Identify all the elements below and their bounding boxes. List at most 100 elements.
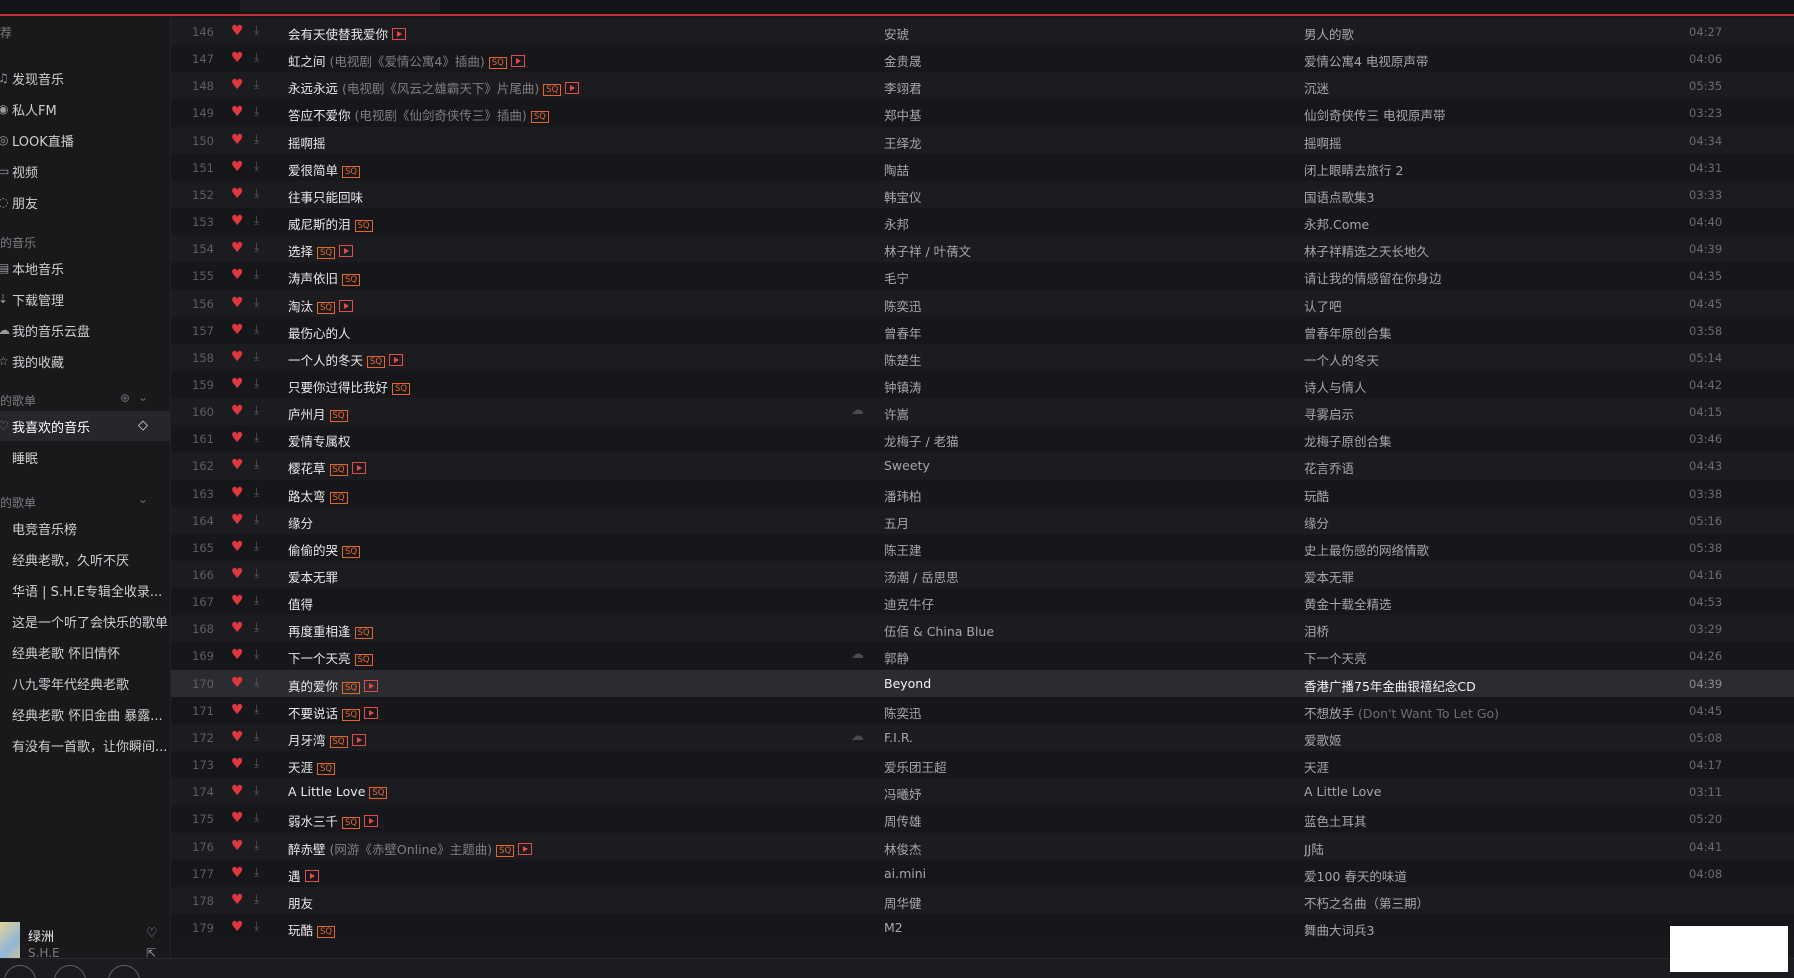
album-cell[interactable]: 闭上眼睛去旅行 2 xyxy=(1304,160,1664,179)
download-icon[interactable]: ⤓ xyxy=(254,729,259,744)
album-cell[interactable]: 国语点歌集3 xyxy=(1304,187,1664,206)
artist-cell[interactable]: M2 xyxy=(884,920,1284,935)
song-title-cell[interactable]: 天涯 SQ xyxy=(288,757,888,776)
mv-icon[interactable] xyxy=(364,679,379,692)
next-button[interactable] xyxy=(108,965,140,978)
download-icon[interactable]: ⤓ xyxy=(254,104,259,119)
mv-icon[interactable] xyxy=(304,869,319,882)
sidebar-item[interactable]: ♫发现音乐 xyxy=(0,63,170,93)
heart-icon[interactable]: ♥ xyxy=(231,403,244,419)
song-title-cell[interactable]: 醉赤壁 (网游《赤壁Online》主题曲) SQ xyxy=(288,839,888,858)
sidebar-item[interactable]: ▏睡眠 xyxy=(0,442,170,472)
song-title-cell[interactable]: 再度重相逢 SQ xyxy=(288,621,888,640)
album-cell[interactable]: 诗人与情人 xyxy=(1304,377,1664,396)
song-title-cell[interactable]: 只要你过得比我好 SQ xyxy=(288,377,888,396)
song-title-cell[interactable]: 爱很简单 SQ xyxy=(288,160,888,179)
song-title-cell[interactable]: A Little Love SQ xyxy=(288,784,888,800)
artist-cell[interactable]: 郭静 xyxy=(884,648,1284,667)
download-icon[interactable]: ⤓ xyxy=(254,186,259,201)
album-cell[interactable]: 曾春年原创合集 xyxy=(1304,323,1664,342)
artist-cell[interactable]: 陶喆 xyxy=(884,160,1284,179)
download-icon[interactable]: ⤓ xyxy=(254,593,259,608)
table-row[interactable]: 157 ♥ ⤓ 最伤心的人 曾春年 曾春年原创合集 03:58 xyxy=(171,316,1794,345)
download-icon[interactable]: ⤓ xyxy=(254,675,259,690)
album-cell[interactable]: JJ陆 xyxy=(1304,839,1664,858)
song-title-cell[interactable]: 不要说话 SQ xyxy=(288,703,888,722)
song-title-cell[interactable]: 玩酷 SQ xyxy=(288,920,888,939)
song-title-cell[interactable]: 月牙湾 SQ xyxy=(288,730,888,749)
song-title-cell[interactable]: 真的爱你 SQ xyxy=(288,676,888,695)
album-cell[interactable]: 史上最伤感的网络情歌 xyxy=(1304,540,1664,559)
mv-icon[interactable] xyxy=(389,353,404,366)
download-icon[interactable]: ⤓ xyxy=(254,620,259,635)
sidebar-item[interactable]: ▭视频 xyxy=(0,156,170,186)
heart-icon[interactable]: ♥ xyxy=(231,186,244,202)
song-title-cell[interactable]: 涛声依旧 SQ xyxy=(288,268,888,287)
sidebar-item[interactable]: ▏经典老歌 怀旧情怀 xyxy=(0,637,170,667)
heart-icon[interactable]: ♥ xyxy=(231,50,244,66)
table-row[interactable]: 155 ♥ ⤓ 涛声依旧 SQ 毛宁 请让我的情感留在你身边 04:35 xyxy=(171,262,1794,291)
artist-cell[interactable]: 潘玮柏 xyxy=(884,486,1284,505)
song-title-cell[interactable]: 往事只能回味 xyxy=(288,187,888,206)
artist-cell[interactable]: F.I.R. xyxy=(884,730,1284,745)
album-cell[interactable]: 摇啊摇 xyxy=(1304,133,1664,152)
mv-icon[interactable] xyxy=(518,842,533,855)
artist-cell[interactable]: 毛宁 xyxy=(884,268,1284,287)
sidebar-item[interactable]: ◉私人FM xyxy=(0,94,170,124)
artist-cell[interactable]: 曾春年 xyxy=(884,323,1284,342)
sidebar-item[interactable]: ◎LOOK直播 xyxy=(0,125,170,155)
heart-icon[interactable]: ♥ xyxy=(231,23,244,39)
table-row[interactable]: 158 ♥ ⤓ 一个人的冬天 SQ 陈楚生 一个人的冬天 05:14 xyxy=(171,343,1794,372)
download-icon[interactable]: ⤓ xyxy=(254,240,259,255)
album-cell[interactable]: 爱歌姬 xyxy=(1304,730,1664,749)
table-row[interactable]: 159 ♥ ⤓ 只要你过得比我好 SQ 钟镇涛 诗人与情人 04:42 xyxy=(171,370,1794,399)
artist-cell[interactable]: Beyond xyxy=(884,676,1284,691)
heart-icon[interactable]: ♥ xyxy=(231,838,244,854)
artist-cell[interactable]: 李翊君 xyxy=(884,78,1284,97)
artist-cell[interactable]: 五月 xyxy=(884,513,1284,532)
mv-icon[interactable] xyxy=(364,706,379,719)
download-icon[interactable]: ⤓ xyxy=(254,566,259,581)
album-cell[interactable]: 请让我的情感留在你身边 xyxy=(1304,268,1664,287)
artist-cell[interactable]: 陈奕迅 xyxy=(884,703,1284,722)
download-icon[interactable]: ⤓ xyxy=(254,322,259,337)
table-row[interactable]: 146 ♥ ⤓ 会有天使替我爱你 安琥 男人的歌 04:27 xyxy=(171,18,1794,46)
now-playing-mini[interactable]: 绿洲 S.H.E ♡ ⇱ xyxy=(0,918,170,960)
sidebar-item[interactable]: ⇣下载管理 xyxy=(0,284,170,314)
download-icon[interactable]: ⤓ xyxy=(254,892,259,907)
album-cell[interactable]: 林子祥精选之天长地久 xyxy=(1304,241,1664,260)
download-icon[interactable]: ⤓ xyxy=(254,512,259,527)
song-title-cell[interactable]: 最伤心的人 xyxy=(288,323,888,342)
heart-icon[interactable]: ♥ xyxy=(231,756,244,772)
mv-icon[interactable] xyxy=(510,55,525,68)
sidebar-item[interactable]: ☆我的收藏 xyxy=(0,346,170,376)
sidebar-item[interactable]: ▏有没有一首歌，让你瞬间... xyxy=(0,730,170,760)
mv-icon[interactable] xyxy=(339,245,354,258)
heart-icon[interactable]: ♥ xyxy=(231,295,244,311)
artist-cell[interactable]: 陈奕迅 xyxy=(884,296,1284,315)
artist-cell[interactable]: 迪克牛仔 xyxy=(884,594,1284,613)
album-cell[interactable]: 舞曲大词兵3 xyxy=(1304,920,1664,939)
album-cell[interactable]: 仙剑奇侠传三 电视原声带 xyxy=(1304,105,1664,124)
download-icon[interactable]: ⤓ xyxy=(254,403,259,418)
album-cell[interactable]: 爱100 春天的味道 xyxy=(1304,866,1664,885)
download-icon[interactable]: ⤓ xyxy=(254,295,259,310)
download-icon[interactable]: ⤓ xyxy=(254,539,259,554)
download-icon[interactable]: ⤓ xyxy=(254,756,259,771)
artist-cell[interactable]: 永邦 xyxy=(884,214,1284,233)
heart-icon[interactable]: ♥ xyxy=(231,729,244,745)
sidebar-item[interactable]: ▏经典老歌 怀旧金曲 暴露... xyxy=(0,699,170,729)
song-title-cell[interactable]: 一个人的冬天 SQ xyxy=(288,350,888,369)
sidebar-item[interactable]: ▏经典老歌，久听不厌 xyxy=(0,544,170,574)
album-cell[interactable]: 黄金十载全精选 xyxy=(1304,594,1664,613)
sidebar-item[interactable]: ♡我喜欢的音乐 ◇ xyxy=(0,411,170,441)
heart-icon[interactable]: ♥ xyxy=(231,539,244,555)
table-row[interactable]: 148 ♥ ⤓ 永远永远 (电视剧《风云之雄霸天下》片尾曲) SQ 李翊君 沉迷 05:35 xyxy=(171,72,1794,101)
artist-cell[interactable]: 金贵晟 xyxy=(884,51,1284,70)
album-cell[interactable]: 缘分 xyxy=(1304,513,1664,532)
artist-cell[interactable]: 王绎龙 xyxy=(884,133,1284,152)
search-area[interactable] xyxy=(240,0,440,12)
download-icon[interactable]: ⤓ xyxy=(254,23,259,38)
download-icon[interactable]: ⤓ xyxy=(254,267,259,282)
song-title-cell[interactable]: 会有天使替我爱你 xyxy=(288,24,888,43)
